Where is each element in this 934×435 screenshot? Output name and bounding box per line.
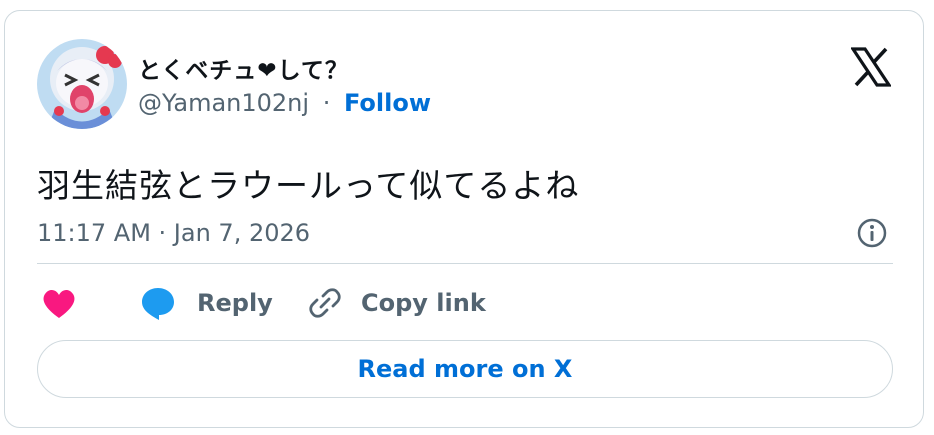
like-button[interactable] [41,283,77,323]
handle-separator: · [322,89,331,117]
author-handle[interactable]: @Yaman102nj [138,89,309,117]
copy-link-label: Copy link [361,289,486,317]
x-logo-icon[interactable] [850,47,892,87]
author-handle-row: @Yaman102nj · Follow [138,89,431,117]
divider [37,263,893,264]
copy-link-button[interactable]: Copy link [306,283,486,323]
speech-bubble-icon [142,288,174,320]
post-text: 羽生結弦とラウールって似てるよね [37,166,580,205]
anime-avatar-icon [37,39,127,129]
link-icon [309,288,341,318]
read-more-button[interactable]: Read more on X [37,340,893,398]
author-avatar[interactable] [37,39,127,129]
heart-icon [43,289,75,318]
reply-label: Reply [197,289,273,317]
read-more-label: Read more on X [357,355,573,383]
reply-button[interactable]: Reply [139,283,273,323]
follow-link[interactable]: Follow [344,89,431,117]
embedded-post-card: とくベチュ❤して？ @Yaman102nj · Follow 羽生結弦とラウール… [4,10,924,428]
info-icon[interactable] [856,217,888,249]
post-timestamp[interactable]: 11:17 AM · Jan 7, 2026 [37,219,310,247]
author-display-name[interactable]: とくベチュ❤して？ [138,51,349,85]
